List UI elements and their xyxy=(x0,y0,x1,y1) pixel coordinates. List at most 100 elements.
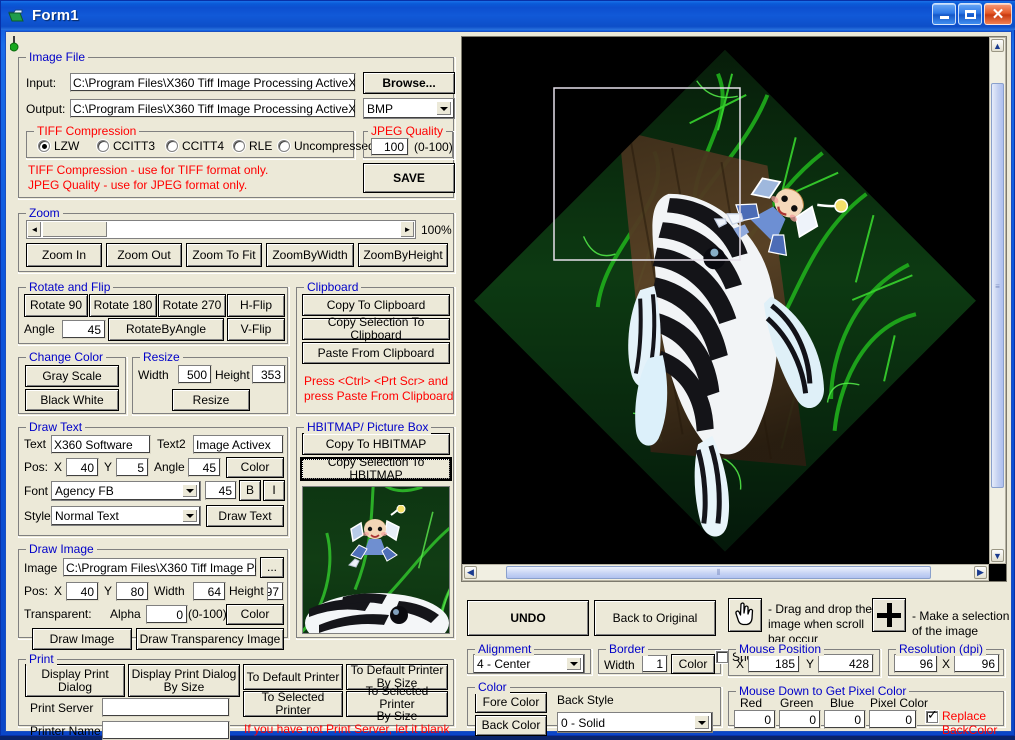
text-field[interactable]: X360 Software xyxy=(51,435,151,454)
chevron-down-icon[interactable] xyxy=(566,657,582,671)
zoom-scroll-thumb[interactable] xyxy=(42,221,108,238)
display-print-dialog-button[interactable]: Display Print Dialog xyxy=(25,664,125,697)
draw-image-path-field[interactable]: C:\Program Files\X360 Tiff Image Proce xyxy=(63,558,257,577)
copy-selection-to-hbitmap-button[interactable]: Copy Selection To HBITMAP xyxy=(300,457,452,481)
printer-name-field[interactable] xyxy=(102,721,230,740)
tiff-compression-group: TIFF Compression LZW CCITT3 CCITT4 RLE xyxy=(26,124,356,160)
scroll-up-icon[interactable]: ▲ xyxy=(991,39,1004,52)
bold-button[interactable]: B xyxy=(239,480,261,501)
copy-selection-to-clipboard-button[interactable]: Copy Selection To Clipboard xyxy=(302,318,450,340)
resize-width-field[interactable]: 500 xyxy=(178,365,212,384)
output-path-field[interactable]: C:\Program Files\X360 Tiff Image Process… xyxy=(70,99,356,118)
radio-lzw[interactable]: LZW xyxy=(38,139,79,153)
draw-text-y-field[interactable]: 5 xyxy=(116,458,149,477)
browse-button[interactable]: Browse... xyxy=(363,72,455,94)
image-canvas[interactable] xyxy=(462,37,989,564)
draw-image-browse-button[interactable]: ... xyxy=(260,557,284,578)
draw-text-x-field[interactable]: 40 xyxy=(66,458,99,477)
draw-text-color-button[interactable]: Color xyxy=(226,457,284,478)
image-vertical-scrollbar[interactable]: ▲ ≡ ▼ xyxy=(989,37,1006,564)
output-format-select[interactable]: BMP xyxy=(363,98,455,119)
close-button[interactable]: ✕ xyxy=(984,3,1012,25)
draw-text-angle-field[interactable]: 45 xyxy=(188,458,221,477)
replace-backcolor-checkbox[interactable]: Replace BackColor xyxy=(926,709,997,737)
black-white-button[interactable]: Black White xyxy=(25,389,119,411)
radio-ccitt3-label: CCITT3 xyxy=(113,139,155,153)
display-print-dialog-by-size-button[interactable]: Display Print Dialog By Size xyxy=(128,664,240,697)
radio-rle[interactable]: RLE xyxy=(233,139,272,153)
zoom-scroll-right-icon[interactable]: ► xyxy=(400,221,415,238)
zoom-in-button[interactable]: Zoom In xyxy=(26,243,102,267)
draw-transparency-image-button[interactable]: Draw Transparency Image xyxy=(136,628,284,650)
jpeg-quality-group: JPEG Quality 100 (0-100) xyxy=(363,124,455,160)
resize-button[interactable]: Resize xyxy=(172,389,250,411)
rotate-180-button[interactable]: Rotate 180 xyxy=(89,294,157,317)
image-horizontal-scrollbar[interactable]: ◀ ⦀ ▶ xyxy=(462,564,989,581)
draw-image-x-field[interactable]: 40 xyxy=(66,582,99,601)
fore-color-button[interactable]: Fore Color xyxy=(475,692,547,713)
radio-ccitt4[interactable]: CCITT4 xyxy=(166,139,224,153)
zoom-scrollbar[interactable]: ◄ ► xyxy=(26,220,416,239)
to-default-printer-button[interactable]: To Default Printer xyxy=(243,664,343,690)
border-width-field[interactable]: 1 xyxy=(642,655,668,673)
alpha-field[interactable]: 0 xyxy=(146,605,188,624)
rotate-by-angle-button[interactable]: RotateByAngle xyxy=(108,318,224,341)
radio-ccitt3[interactable]: CCITT3 xyxy=(97,139,155,153)
image-viewport[interactable]: ▲ ≡ ▼ ◀ ⦀ ▶ xyxy=(461,36,1007,582)
v-flip-button[interactable]: V-Flip xyxy=(227,318,285,341)
zoom-to-fit-button[interactable]: Zoom To Fit xyxy=(186,243,262,267)
chevron-down-icon[interactable] xyxy=(436,101,452,116)
gray-scale-button[interactable]: Gray Scale xyxy=(25,365,119,387)
undo-button[interactable]: UNDO xyxy=(467,600,589,636)
to-selected-printer-button[interactable]: To Selected Printer xyxy=(243,691,343,717)
italic-button[interactable]: I xyxy=(263,480,285,501)
draw-image-color-button[interactable]: Color xyxy=(226,604,284,625)
chevron-down-icon[interactable] xyxy=(694,715,710,730)
hand-tool-button[interactable] xyxy=(728,598,762,632)
jpeg-quality-field[interactable]: 100 xyxy=(371,138,409,156)
copy-to-hbitmap-button[interactable]: Copy To HBITMAP xyxy=(302,433,450,455)
scroll-down-icon[interactable]: ▼ xyxy=(991,549,1004,562)
zoom-scroll-track[interactable] xyxy=(42,221,400,238)
back-color-button[interactable]: Back Color xyxy=(475,715,547,736)
back-style-select[interactable]: 0 - Solid xyxy=(557,712,713,733)
selection-tool-button[interactable] xyxy=(872,598,906,632)
minimize-button[interactable] xyxy=(932,3,956,25)
draw-image-y-field[interactable]: 80 xyxy=(116,582,149,601)
draw-image-height-field[interactable]: 97 xyxy=(267,582,284,601)
zoom-scroll-left-icon[interactable]: ◄ xyxy=(27,221,42,238)
text-style-select[interactable]: Normal Text xyxy=(51,506,201,526)
chevron-down-icon[interactable] xyxy=(182,509,198,523)
input-path-field[interactable]: C:\Program Files\X360 Tiff Image Process… xyxy=(70,73,356,92)
text2-field[interactable]: Image Activex xyxy=(193,435,284,454)
alignment-select[interactable]: 4 - Center xyxy=(473,654,585,674)
h-flip-button[interactable]: H-Flip xyxy=(227,294,285,317)
scroll-right-icon[interactable]: ▶ xyxy=(974,566,987,579)
paste-from-clipboard-button[interactable]: Paste From Clipboard xyxy=(302,342,450,364)
draw-image-width-field[interactable]: 64 xyxy=(193,582,226,601)
print-server-field[interactable] xyxy=(102,698,230,717)
font-select[interactable]: Agency FB xyxy=(51,481,201,501)
picture-box-preview[interactable] xyxy=(302,486,450,634)
font-size-field[interactable]: 45 xyxy=(205,481,237,500)
rotate-90-button[interactable]: Rotate 90 xyxy=(24,294,88,317)
maximize-button[interactable] xyxy=(958,3,982,25)
draw-image-button[interactable]: Draw Image xyxy=(32,628,132,650)
radio-uncompressed[interactable]: Uncompressed xyxy=(278,139,375,153)
horizontal-scroll-thumb[interactable]: ⦀ xyxy=(506,566,931,579)
save-button[interactable]: SAVE xyxy=(363,163,455,193)
draw-text-button[interactable]: Draw Text xyxy=(206,505,284,527)
border-color-button[interactable]: Color xyxy=(671,654,715,674)
vertical-scroll-thumb[interactable]: ≡ xyxy=(991,83,1004,488)
copy-to-clipboard-button[interactable]: Copy To Clipboard xyxy=(302,294,450,316)
zoom-out-button[interactable]: Zoom Out xyxy=(106,243,182,267)
chevron-down-icon[interactable] xyxy=(182,484,198,498)
resize-height-field[interactable]: 353 xyxy=(252,365,286,384)
rotate-angle-field[interactable]: 45 xyxy=(62,320,106,339)
to-selected-printer-by-size-button[interactable]: To Selected Printer By Size xyxy=(346,691,448,717)
rotate-270-button[interactable]: Rotate 270 xyxy=(158,294,226,317)
scroll-left-icon[interactable]: ◀ xyxy=(464,566,477,579)
zoom-by-height-button[interactable]: ZoomByHeight xyxy=(358,243,448,267)
back-to-original-button[interactable]: Back to Original xyxy=(594,600,716,636)
zoom-by-width-button[interactable]: ZoomByWidth xyxy=(266,243,354,267)
